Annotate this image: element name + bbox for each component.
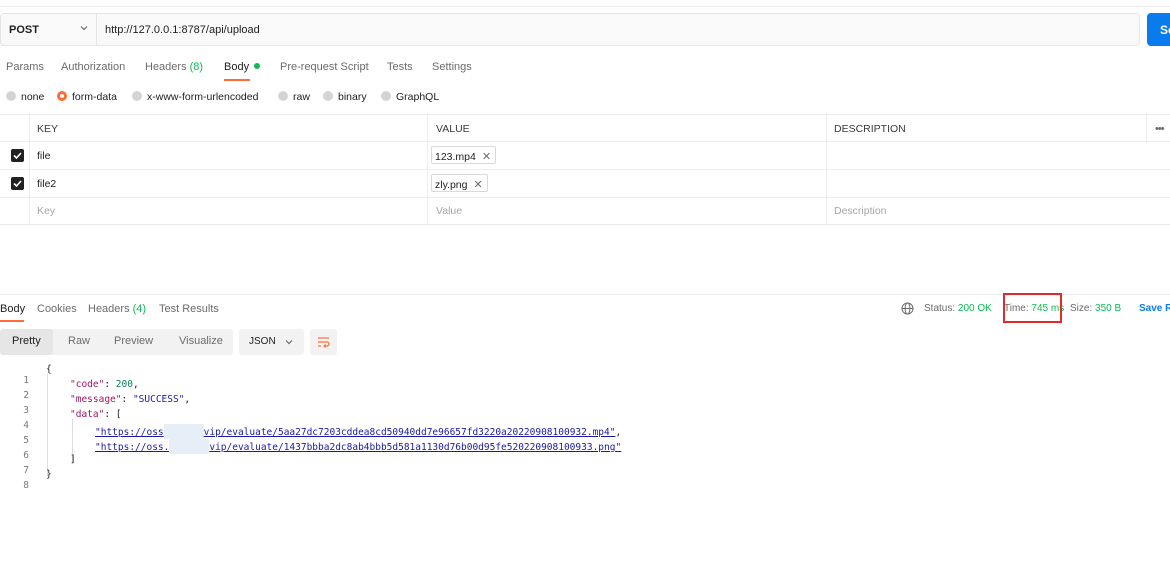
url-link[interactable]: "https://oss. vip/evaluate/1437bbba2dc8ab… [95,439,621,454]
view-visualize[interactable]: Visualize [179,335,223,347]
row-checkbox[interactable] [11,177,24,190]
body-type-raw[interactable]: raw [278,91,310,103]
row-key[interactable]: file2 [37,178,56,190]
remove-file-icon[interactable]: ✕ [482,151,491,163]
method-label: POST [9,24,39,36]
tab-settings[interactable]: Settings [432,61,472,73]
code-line: 5 "https://oss vip/evaluate/5aa27dc7203cdd… [0,424,1170,446]
view-mode-group: Pretty Raw Preview Visualize [0,329,233,355]
row-checkbox[interactable] [11,149,24,162]
header-key: KEY [37,123,59,135]
code-line: 1{ [23,364,52,386]
radio-icon [278,91,288,101]
radio-icon [132,91,142,101]
code-line: 8} [23,469,52,491]
body-indicator-dot [254,63,261,69]
code-line: 7] [23,454,76,476]
table-row: file 123.mp4 ✕ [0,142,1170,170]
body-type-urlencoded[interactable]: x-www-form-urlencoded [132,91,258,103]
chevron-down-icon [80,26,88,31]
body-type-none[interactable]: none [6,91,44,103]
highlight-box [1003,293,1062,323]
more-options-icon[interactable]: ••• [1155,123,1165,135]
table-row: file2 zly.png ✕ [0,170,1170,198]
row-key[interactable]: file [37,150,50,162]
redacted-region [169,439,210,454]
tab-authorization[interactable]: Authorization [61,61,125,73]
header-value: VALUE [436,123,470,135]
checkmark-icon [13,180,22,188]
format-select[interactable]: JSON [239,329,304,355]
tab-tests[interactable]: Tests [387,61,413,73]
view-raw[interactable]: Raw [68,335,90,347]
body-type-graphql[interactable]: GraphQL [381,91,439,103]
method-select[interactable]: POST [1,14,97,45]
top-divider [0,6,1170,7]
body-type-binary[interactable]: binary [323,91,367,103]
resp-tab-body[interactable]: Body [0,303,25,315]
code-line: 3 "message": "SUCCESS", [23,394,191,416]
chevron-down-icon [285,340,293,345]
code-line: 4 "data": [ [23,409,122,431]
radio-icon [6,91,16,101]
globe-icon[interactable] [901,302,914,315]
url-link[interactable]: "https://oss vip/evaluate/5aa27dc7203cdde… [95,424,615,439]
checkmark-icon [13,152,22,160]
resp-tab-test-results[interactable]: Test Results [159,303,219,315]
file-chip[interactable]: zly.png ✕ [431,174,488,192]
response-divider [0,294,1170,295]
header-description: DESCRIPTION [834,123,906,135]
send-button[interactable]: Se [1147,13,1170,46]
tab-pre-request-script[interactable]: Pre-request Script [280,61,369,73]
value-input[interactable]: Value [436,205,462,217]
radio-icon [323,91,333,101]
wrap-lines-button[interactable] [310,329,337,355]
table-row-empty: Key Value Description [0,197,1170,225]
active-tab-underline [224,79,250,81]
status-indicator: Status: 200 OK [924,303,992,314]
active-tab-underline [0,320,24,322]
resp-tab-cookies[interactable]: Cookies [37,303,77,315]
radio-checked-icon [57,91,67,101]
size-indicator[interactable]: Size: 350 B [1070,303,1121,314]
tab-params[interactable]: Params [6,61,44,73]
description-input[interactable]: Description [834,205,887,217]
view-pretty[interactable]: Pretty [12,335,41,347]
radio-icon [381,91,391,101]
url-bar: POST http://127.0.0.1:8787/api/upload [0,13,1140,46]
resp-tab-headers[interactable]: Headers (4) [88,303,146,315]
tab-headers[interactable]: Headers (8) [145,61,203,73]
redacted-region [163,424,204,439]
table-header: KEY VALUE DESCRIPTION ••• [0,114,1170,142]
save-response-button[interactable]: Save R [1139,303,1170,314]
wrap-icon [318,337,330,348]
code-line: 6 "https://oss. vip/evaluate/1437bbba2dc8a… [0,439,1170,461]
file-chip[interactable]: 123.mp4 ✕ [431,146,497,164]
code-line: 2 "code": 200, [23,379,139,401]
key-input[interactable]: Key [37,205,55,217]
view-preview[interactable]: Preview [114,335,153,347]
url-input[interactable]: http://127.0.0.1:8787/api/upload [105,24,260,36]
tab-body[interactable]: Body [224,61,261,73]
remove-file-icon[interactable]: ✕ [474,179,483,191]
body-type-form-data[interactable]: form-data [57,91,117,103]
